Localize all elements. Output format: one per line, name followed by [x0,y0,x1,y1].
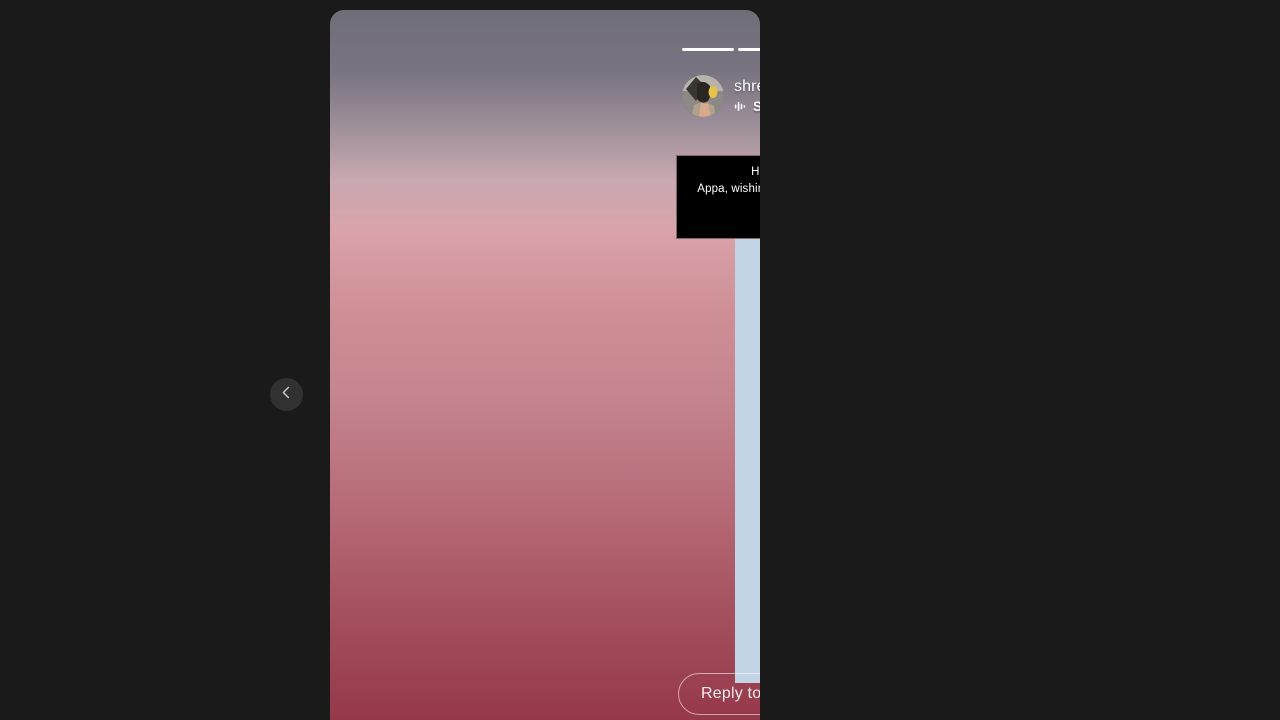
story-author-info: shresta002 1h Sonu Nigam, Ha [734,78,760,114]
music-attribution[interactable]: Sonu Nigam, Ha [753,99,760,114]
caption-line: Happy Birthday to my favorite man—my fat… [751,166,760,178]
story-photo [735,237,760,683]
reply-input-container[interactable]: Reply to [678,673,760,715]
story-header: shresta002 1h Sonu Nigam, Ha [682,70,760,122]
screen-root: shresta002 1h Sonu Nigam, Ha [0,0,1280,720]
music-waveform-icon [734,100,747,113]
caption-sticker[interactable]: Happy Birthday to my favorite man—my fat… [676,155,760,239]
story-panel[interactable]: shresta002 1h Sonu Nigam, Ha [330,10,760,720]
story-reply-bar: Reply to [660,668,760,720]
story-progress-bar [682,48,760,52]
reply-placeholder[interactable]: Reply to [701,685,760,703]
avatar-image [682,75,724,117]
previous-story-button[interactable] [270,378,303,411]
avatar[interactable] [682,75,724,117]
story-photo-image [735,237,760,683]
chevron-left-icon [279,385,294,405]
username[interactable]: shresta002 [734,78,760,96]
progress-segment [737,48,760,51]
caption-line: Appa, wishing you an incredible year ahe… [697,182,760,195]
progress-segment [682,48,734,51]
